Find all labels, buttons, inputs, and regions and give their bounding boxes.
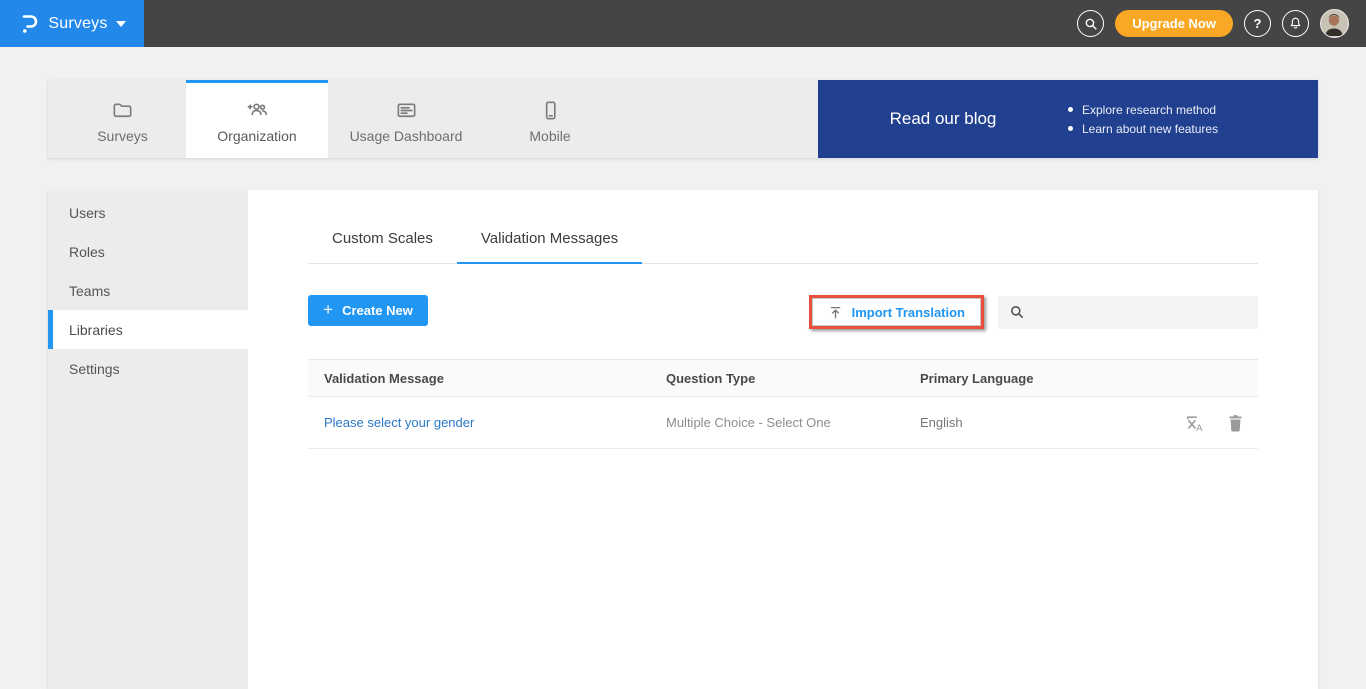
sidebar-item-libraries[interactable]: Libraries bbox=[48, 310, 248, 349]
nav-tab-surveys[interactable]: Surveys bbox=[59, 80, 186, 158]
topbar: Surveys Upgrade Now ? bbox=[0, 0, 1366, 47]
library-tabs: Custom Scales Validation Messages bbox=[308, 230, 1258, 264]
table-search-input[interactable] bbox=[1033, 296, 1258, 329]
sidebar-item-label: Users bbox=[69, 205, 106, 221]
validation-message-link[interactable]: Please select your gender bbox=[324, 415, 474, 430]
libraries-content: Custom Scales Validation Messages + Crea… bbox=[248, 190, 1318, 689]
settings-sidebar: Users Roles Teams Libraries Settings bbox=[48, 190, 248, 689]
tab-custom-scales[interactable]: Custom Scales bbox=[308, 230, 457, 264]
chevron-down-icon bbox=[116, 21, 126, 27]
bell-icon bbox=[1288, 16, 1303, 31]
sidebar-item-users[interactable]: Users bbox=[48, 193, 248, 232]
create-new-button[interactable]: + Create New bbox=[308, 295, 428, 326]
create-new-label: Create New bbox=[342, 303, 413, 318]
sidebar-item-roles[interactable]: Roles bbox=[48, 232, 248, 271]
validation-messages-table: Validation Message Question Type Primary… bbox=[308, 359, 1258, 449]
import-translation-highlight: Import Translation bbox=[809, 295, 984, 329]
nav-tab-label: Surveys bbox=[97, 128, 148, 144]
sidebar-item-label: Roles bbox=[69, 244, 105, 260]
sidebar-item-label: Teams bbox=[69, 283, 110, 299]
search-icon bbox=[1009, 304, 1025, 320]
delete-button[interactable] bbox=[1227, 413, 1244, 432]
folder-icon bbox=[111, 99, 134, 122]
sidebar-item-teams[interactable]: Teams bbox=[48, 271, 248, 310]
nav-tab-usage-dashboard[interactable]: Usage Dashboard bbox=[328, 80, 484, 158]
product-switcher[interactable]: Surveys bbox=[0, 0, 144, 47]
main-panel: Users Roles Teams Libraries Settings Cus… bbox=[48, 190, 1318, 689]
add-people-icon bbox=[246, 99, 269, 122]
search-button[interactable] bbox=[1077, 10, 1104, 37]
help-button[interactable]: ? bbox=[1244, 10, 1271, 37]
tab-validation-messages[interactable]: Validation Messages bbox=[457, 230, 642, 264]
notifications-button[interactable] bbox=[1282, 10, 1309, 37]
svg-text:A: A bbox=[1196, 423, 1203, 433]
toolbar-right: Import Translation bbox=[809, 295, 1258, 329]
import-translation-label: Import Translation bbox=[852, 305, 965, 320]
promo-bullet: Learn about new features bbox=[1068, 122, 1218, 136]
table-row: Please select your gender Multiple Choic… bbox=[308, 397, 1258, 449]
translate-button[interactable]: A bbox=[1185, 413, 1205, 433]
primary-language-cell: English bbox=[904, 397, 1148, 449]
row-actions: A bbox=[1164, 413, 1258, 433]
nav-tab-label: Organization bbox=[217, 128, 296, 144]
brand-logo-icon bbox=[18, 12, 40, 36]
sidebar-item-settings[interactable]: Settings bbox=[48, 349, 248, 388]
translate-icon: A bbox=[1185, 413, 1205, 433]
dashboard-icon bbox=[395, 99, 418, 122]
user-avatar[interactable] bbox=[1320, 9, 1349, 38]
nav-tab-label: Usage Dashboard bbox=[350, 128, 463, 144]
search-icon bbox=[1084, 17, 1098, 31]
smartphone-icon bbox=[539, 99, 562, 122]
product-name: Surveys bbox=[48, 15, 107, 33]
question-type-cell: Multiple Choice - Select One bbox=[650, 397, 904, 449]
column-header-validation-message: Validation Message bbox=[308, 360, 650, 397]
toolbar: + Create New Import Translation bbox=[308, 295, 1258, 329]
upload-icon bbox=[828, 305, 843, 320]
import-translation-button[interactable]: Import Translation bbox=[812, 298, 981, 326]
primary-nav: Surveys Organization Usage Dashboard Mob… bbox=[48, 80, 1318, 158]
topbar-actions: Upgrade Now ? bbox=[1077, 9, 1366, 38]
avatar-photo bbox=[1321, 10, 1347, 36]
trash-icon bbox=[1227, 413, 1244, 432]
question-mark-icon: ? bbox=[1254, 16, 1262, 31]
nav-tab-mobile[interactable]: Mobile bbox=[484, 80, 616, 158]
promo-title: Read our blog bbox=[818, 109, 1068, 129]
sidebar-item-label: Libraries bbox=[69, 322, 123, 338]
plus-icon: + bbox=[323, 300, 333, 320]
column-header-question-type: Question Type bbox=[650, 360, 904, 397]
column-header-actions bbox=[1148, 360, 1258, 397]
nav-tab-organization[interactable]: Organization bbox=[186, 80, 328, 158]
promo-bullet: Explore research method bbox=[1068, 103, 1218, 117]
sidebar-item-label: Settings bbox=[69, 361, 120, 377]
promo-bullet-list: Explore research method Learn about new … bbox=[1068, 98, 1218, 141]
upgrade-now-button[interactable]: Upgrade Now bbox=[1115, 10, 1233, 37]
table-header-row: Validation Message Question Type Primary… bbox=[308, 360, 1258, 397]
table-search bbox=[998, 296, 1258, 329]
column-header-primary-language: Primary Language bbox=[904, 360, 1148, 397]
blog-promo-banner[interactable]: Read our blog Explore research method Le… bbox=[818, 80, 1318, 158]
nav-tab-label: Mobile bbox=[529, 128, 570, 144]
